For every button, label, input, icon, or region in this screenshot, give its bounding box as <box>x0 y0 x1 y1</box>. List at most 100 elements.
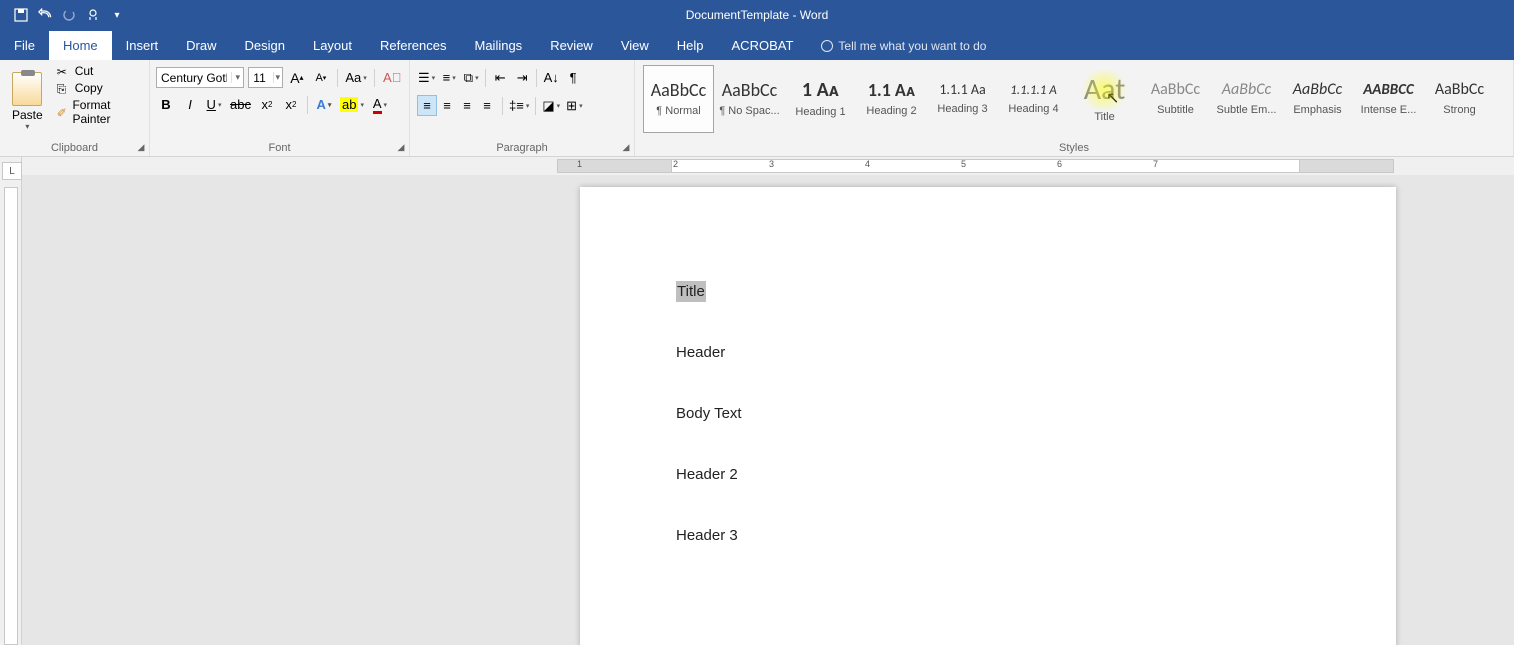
ruler-number: 4 <box>865 159 870 169</box>
font-name-input[interactable] <box>157 71 231 85</box>
ruler-number: 1 <box>577 159 582 169</box>
style-label: Subtitle <box>1143 104 1208 116</box>
style-emphasis[interactable]: AaBbCcEmphasis <box>1282 65 1353 133</box>
tab-draw[interactable]: Draw <box>172 31 230 60</box>
style-subtle-em-[interactable]: AaBbCcSubtle Em... <box>1211 65 1282 133</box>
undo-icon[interactable] <box>38 8 52 22</box>
vertical-ruler: L <box>0 157 22 645</box>
document-line[interactable]: Header <box>676 344 1300 361</box>
font-size-combo[interactable]: ▾ <box>248 67 283 88</box>
tab-mailings[interactable]: Mailings <box>461 31 537 60</box>
styles-group-label: Styles <box>641 140 1507 154</box>
subscript-button[interactable]: x2 <box>257 94 277 115</box>
horizontal-ruler: 1234567 <box>22 157 1514 175</box>
sort-button[interactable]: A↓ <box>541 67 561 88</box>
text-effects-button[interactable]: A▾ <box>314 94 334 115</box>
align-right-button[interactable]: ≡ <box>457 95 477 116</box>
scissors-icon: ✂ <box>57 65 71 77</box>
tab-view[interactable]: View <box>607 31 663 60</box>
style-preview: AaBbCc <box>1151 82 1200 98</box>
borders-button[interactable]: ⊞▾ <box>564 95 584 116</box>
style-preview: AaBbCc <box>1435 82 1484 98</box>
document-page[interactable]: Title Header Body Text Header 2 Header 3 <box>580 187 1396 645</box>
tab-layout[interactable]: Layout <box>299 31 366 60</box>
paste-button[interactable]: Paste ▾ <box>6 63 49 140</box>
touch-mode-icon[interactable] <box>86 8 100 22</box>
multilevel-button[interactable]: ⧉▾ <box>461 67 481 88</box>
style-preview: 1.1.1.1 A <box>1010 84 1057 97</box>
superscript-button[interactable]: x2 <box>281 94 301 115</box>
document-line[interactable]: Title <box>676 283 1300 300</box>
change-case-button[interactable]: Aa▾ <box>344 67 369 88</box>
paragraph-group-label: Paragraph <box>416 140 628 154</box>
style-heading-2[interactable]: 1.1 AᴀHeading 2 <box>856 65 927 133</box>
numbering-button[interactable]: ≡▾ <box>439 67 459 88</box>
qat-customize-icon[interactable]: ▾ <box>110 8 124 22</box>
chevron-down-icon[interactable]: ▾ <box>231 72 243 83</box>
underline-button[interactable]: U▾ <box>204 94 224 115</box>
selected-text: Title <box>676 281 706 302</box>
bold-button[interactable]: B <box>156 94 176 115</box>
style-strong[interactable]: AaBbCc Strong <box>1424 65 1495 133</box>
italic-button[interactable]: I <box>180 94 200 115</box>
style--no-spac-[interactable]: AaBbCc¶ No Spac... <box>714 65 785 133</box>
style-heading-4[interactable]: 1.1.1.1 AHeading 4 <box>998 65 1069 133</box>
tab-design[interactable]: Design <box>231 31 299 60</box>
style-heading-3[interactable]: 1.1.1 AaHeading 3 <box>927 65 998 133</box>
style-label: Heading 3 <box>930 103 995 115</box>
justify-button[interactable]: ≡ <box>477 95 497 116</box>
strikethrough-button[interactable]: abc <box>228 94 253 115</box>
grow-font-button[interactable]: A▴ <box>287 67 307 88</box>
tab-review[interactable]: Review <box>536 31 607 60</box>
save-icon[interactable] <box>14 8 28 22</box>
style--normal[interactable]: AaBbCc¶ Normal <box>643 65 714 133</box>
tab-selector[interactable]: L <box>2 162 22 180</box>
tab-insert[interactable]: Insert <box>112 31 173 60</box>
document-line[interactable]: Header 2 <box>676 466 1300 483</box>
format-painter-button[interactable]: ✐Format Painter <box>53 97 143 127</box>
copy-button[interactable]: ⎘Copy <box>53 80 143 96</box>
style-preview: 1 Aᴀ <box>802 80 839 100</box>
style-label: Strong <box>1427 104 1492 116</box>
style-preview: Aat <box>1084 75 1126 105</box>
tell-me-search[interactable]: Tell me what you want to do <box>807 32 1000 60</box>
ruler-number: 5 <box>961 159 966 169</box>
tab-references[interactable]: References <box>366 31 460 60</box>
style-intense-e-[interactable]: AABBCCIntense E... <box>1353 65 1424 133</box>
align-left-button[interactable]: ≡ <box>417 95 437 116</box>
style-title[interactable]: AatTitle↖ <box>1069 65 1140 133</box>
font-name-combo[interactable]: ▾ <box>156 67 244 88</box>
show-marks-button[interactable]: ¶ <box>563 67 583 88</box>
tab-file[interactable]: File <box>0 31 49 60</box>
paste-label: Paste <box>12 108 43 122</box>
ruler-number: 2 <box>673 159 678 169</box>
chevron-down-icon[interactable]: ▾ <box>273 72 282 83</box>
ruler-number: 6 <box>1057 159 1062 169</box>
style-label: Emphasis <box>1285 104 1350 116</box>
align-center-button[interactable]: ≡ <box>437 95 457 116</box>
line-spacing-button[interactable]: ‡≡▾ <box>507 95 531 116</box>
tab-acrobat[interactable]: ACROBAT <box>718 31 808 60</box>
increase-indent-button[interactable]: ⇥ <box>512 67 532 88</box>
decrease-indent-button[interactable]: ⇤ <box>490 67 510 88</box>
ribbon-tabs: File Home Insert Draw Design Layout Refe… <box>0 30 1514 60</box>
style-heading-1[interactable]: 1 AᴀHeading 1 <box>785 65 856 133</box>
highlight-button[interactable]: ab▾ <box>338 94 366 115</box>
font-launcher[interactable]: ◢ <box>395 142 407 154</box>
style-subtitle[interactable]: AaBbCc Subtitle <box>1140 65 1211 133</box>
shrink-font-button[interactable]: A▾ <box>311 67 331 88</box>
redo-icon[interactable] <box>62 8 76 22</box>
shading-button[interactable]: ◪▾ <box>540 95 562 116</box>
paragraph-launcher[interactable]: ◢ <box>620 142 632 154</box>
bullets-button[interactable]: ☰▾ <box>416 67 437 88</box>
cut-button[interactable]: ✂Cut <box>53 63 143 79</box>
document-line[interactable]: Body Text <box>676 405 1300 422</box>
workspace: L 1234567 TitleHeaderBody TextHeader 2He… <box>0 157 1514 645</box>
font-color-button[interactable]: A▾ <box>370 94 390 115</box>
font-size-input[interactable] <box>249 71 272 85</box>
tab-home[interactable]: Home <box>49 31 112 60</box>
clipboard-launcher[interactable]: ◢ <box>135 142 147 154</box>
document-line[interactable]: Header 3 <box>676 527 1300 544</box>
tab-help[interactable]: Help <box>663 31 718 60</box>
clear-formatting-button[interactable]: A⃓ <box>381 67 403 88</box>
